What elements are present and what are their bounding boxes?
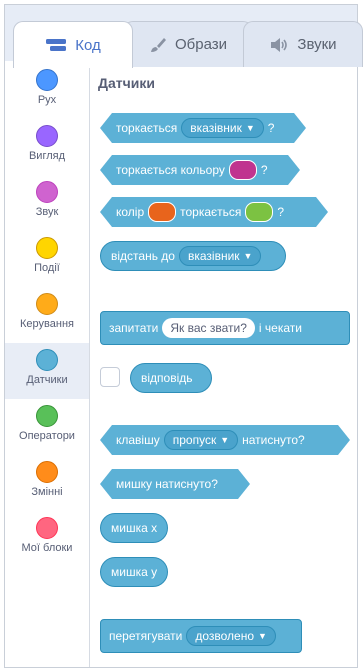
block-text: і чекати	[258, 321, 302, 335]
tab-sounds-label: Звуки	[297, 36, 337, 53]
color-swatch-2[interactable]	[245, 202, 273, 222]
block-text: запитати	[109, 321, 159, 335]
category-label: Рух	[37, 94, 57, 106]
tab-bar: Образи Звуки Код	[5, 5, 363, 68]
category-looks-dot	[36, 125, 58, 147]
category-label: Датчики	[26, 374, 68, 386]
category-events-dot	[36, 237, 58, 259]
tab-code-label: Код	[75, 36, 101, 54]
speaker-icon	[269, 37, 289, 53]
drag-mode-dropdown[interactable]: дозволено ▼	[186, 626, 276, 646]
category-variables-dot	[36, 461, 58, 483]
block-text: ?	[267, 121, 275, 135]
category-operators[interactable]: Оператори	[5, 399, 89, 455]
category-control-dot	[36, 293, 58, 315]
ask-question-input[interactable]: Як вас звати?	[162, 318, 255, 338]
block-text: торкається кольору	[116, 163, 225, 177]
category-looks[interactable]: Вигляд	[5, 119, 89, 175]
tab-code[interactable]: Код	[13, 21, 133, 68]
block-text: натиснуто?	[242, 433, 305, 447]
block-text: ?	[277, 205, 285, 219]
category-sensing-dot	[36, 349, 58, 371]
caret-down-icon: ▼	[220, 435, 230, 445]
category-variables[interactable]: Змінні	[5, 455, 89, 511]
dropdown-value: вказівник	[187, 249, 240, 263]
mouse-x-block[interactable]: мишка х	[100, 513, 168, 543]
touching-color-block[interactable]: торкається кольору ?	[100, 155, 300, 185]
key-pressed-block[interactable]: клавішу пропуск ▼ натиснуто?	[100, 425, 350, 455]
category-control[interactable]: Керування	[5, 287, 89, 343]
caret-down-icon: ▼	[243, 251, 253, 261]
set-drag-mode-block[interactable]: перетягувати дозволено ▼	[100, 619, 302, 653]
category-sound-dot	[36, 181, 58, 203]
block-text: відповідь	[141, 371, 193, 385]
block-text: торкається	[180, 205, 242, 219]
caret-down-icon: ▼	[245, 123, 255, 133]
category-motion[interactable]: Рух	[5, 63, 89, 119]
category-label: Керування	[20, 318, 74, 330]
block-text: перетягувати	[109, 629, 183, 643]
mouse-down-block[interactable]: мишку натиснуто?	[100, 469, 250, 499]
category-label: Мої блоки	[21, 542, 73, 554]
category-label: Змінні	[31, 486, 63, 498]
block-text: мишка х	[111, 521, 158, 535]
category-label: Вигляд	[28, 150, 66, 162]
mouse-y-block[interactable]: мишка у	[100, 557, 168, 587]
ask-and-wait-block[interactable]: запитати Як вас звати? і чекати	[100, 311, 350, 345]
touching-block[interactable]: торкається вказівник ▼ ?	[100, 113, 306, 143]
brush-icon	[149, 37, 167, 53]
category-label: Звук	[35, 206, 59, 218]
category-label: Оператори	[19, 430, 75, 442]
block-text: торкається	[116, 121, 178, 135]
touching-dropdown[interactable]: вказівник ▼	[181, 118, 263, 138]
code-icon	[45, 38, 67, 52]
block-text: клавішу	[116, 433, 160, 447]
block-text: мишка у	[111, 565, 158, 579]
block-text: мишку натиснуто?	[116, 477, 218, 491]
caret-down-icon: ▼	[258, 631, 267, 641]
key-dropdown[interactable]: пропуск ▼	[164, 430, 238, 450]
color-swatch-1[interactable]	[148, 202, 176, 222]
block-text: колір	[116, 205, 145, 219]
blocks-palette: Датчики торкається вказівник ▼ ? торкаєть…	[90, 61, 357, 667]
category-my-blocks[interactable]: Мої блоки	[5, 511, 89, 567]
category-menu: Рух Вигляд Звук Події Керування Датчики …	[5, 61, 90, 667]
color-swatch[interactable]	[229, 160, 257, 180]
dropdown-value: вказівник	[190, 121, 242, 135]
category-my-blocks-dot	[36, 517, 58, 539]
section-title: Датчики	[98, 75, 155, 91]
category-sound[interactable]: Звук	[5, 175, 89, 231]
tab-costumes-label: Образи	[174, 36, 228, 53]
block-text: відстань до	[111, 249, 175, 263]
answer-block[interactable]: відповідь	[130, 363, 212, 393]
block-text: ?	[260, 163, 268, 177]
answer-checkbox[interactable]	[100, 367, 120, 387]
category-label: Події	[34, 262, 60, 274]
color-touching-color-block[interactable]: колір торкається ?	[100, 197, 328, 227]
dropdown-value: пропуск	[172, 433, 217, 447]
dropdown-value: дозволено	[195, 629, 255, 643]
category-sensing[interactable]: Датчики	[5, 343, 89, 399]
category-motion-dot	[36, 69, 58, 91]
distance-to-block[interactable]: відстань до вказівник ▼	[100, 241, 286, 271]
distance-dropdown[interactable]: вказівник ▼	[178, 246, 262, 266]
category-events[interactable]: Події	[5, 231, 89, 287]
category-operators-dot	[36, 405, 58, 427]
